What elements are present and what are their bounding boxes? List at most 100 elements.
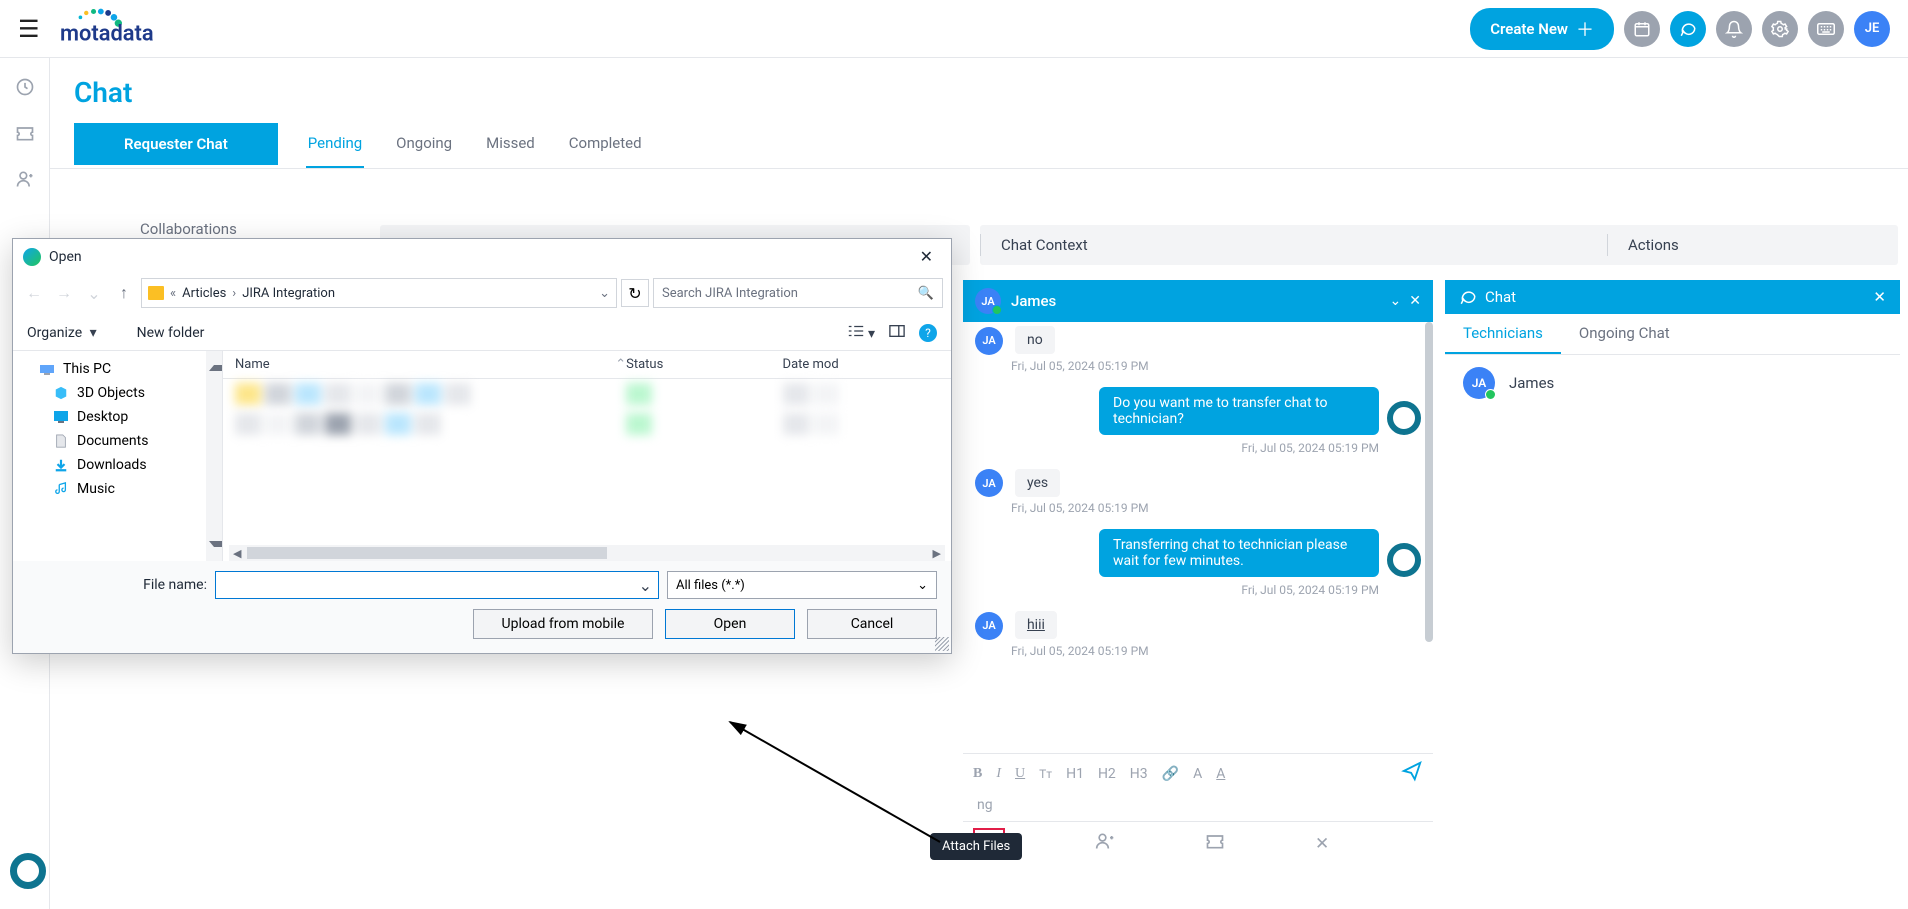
- tab-technicians[interactable]: Technicians: [1445, 314, 1561, 354]
- search-icon: 🔍: [918, 286, 934, 301]
- gear-icon[interactable]: [1762, 11, 1798, 47]
- underline-button[interactable]: U: [1015, 766, 1025, 782]
- bot-avatar-icon: [1387, 543, 1421, 577]
- breadcrumb-chevron-icon[interactable]: ⌄: [599, 286, 610, 301]
- tree-item-music[interactable]: Music: [13, 477, 222, 501]
- file-row[interactable]: [223, 379, 951, 409]
- breadcrumb-item[interactable]: Articles: [182, 286, 226, 301]
- view-mode-icon[interactable]: ▾: [847, 324, 876, 342]
- file-open-dialog: Open ✕ ← → ⌄ ↑ « Articles › JIRA Integra…: [12, 238, 952, 654]
- dialog-close-icon[interactable]: ✕: [912, 245, 941, 268]
- help-icon[interactable]: ?: [919, 324, 937, 342]
- dashboard-icon[interactable]: [14, 76, 36, 98]
- resize-grip[interactable]: [935, 637, 949, 651]
- ticket-icon[interactable]: [14, 122, 36, 144]
- refresh-icon[interactable]: ↻: [621, 279, 649, 307]
- tree-item-thispc[interactable]: This PC: [13, 357, 222, 381]
- message-bot: Transferring chat to technician please w…: [963, 525, 1433, 581]
- actions-tab[interactable]: Actions: [1608, 236, 1898, 254]
- create-new-button[interactable]: Create New ＋: [1470, 8, 1614, 50]
- person-icon[interactable]: [14, 168, 36, 190]
- msg-avatar: JA: [975, 327, 1003, 355]
- chevron-down-icon[interactable]: ⌄: [1390, 293, 1402, 309]
- h3-button[interactable]: H3: [1130, 766, 1148, 782]
- logo[interactable]: motadata: [60, 10, 235, 48]
- col-date[interactable]: Date mod: [783, 357, 939, 372]
- assistant-bubble-icon[interactable]: [10, 853, 46, 889]
- chat-header-avatar: JA: [975, 288, 1001, 314]
- search-placeholder: Search JIRA Integration: [662, 286, 798, 301]
- fontcolor-button[interactable]: A: [1193, 766, 1202, 782]
- technician-item[interactable]: JA James: [1445, 355, 1900, 411]
- chat-context-tab[interactable]: Chat Context: [981, 236, 1108, 254]
- ticket-action-button[interactable]: [1205, 833, 1225, 854]
- filename-input[interactable]: ⌄: [215, 571, 659, 599]
- calendar-icon[interactable]: [1624, 11, 1660, 47]
- message-bot: Do you want me to transfer chat to techn…: [963, 383, 1433, 439]
- message-user: JA yes: [963, 465, 1433, 500]
- organize-menu[interactable]: Organize ▾: [27, 325, 97, 341]
- msg-text: no: [1015, 326, 1055, 354]
- highlight-button[interactable]: A: [1216, 766, 1225, 782]
- side-panel: Chat ✕ Technicians Ongoing Chat JA James: [1445, 280, 1900, 411]
- up-icon[interactable]: ↑: [111, 280, 137, 306]
- forward-icon[interactable]: →: [51, 280, 77, 306]
- back-icon[interactable]: ←: [21, 280, 47, 306]
- hamburger-icon[interactable]: ☰: [18, 15, 40, 43]
- tree-item-downloads[interactable]: Downloads: [13, 453, 222, 477]
- topbar-right: Create New ＋ JE: [1470, 8, 1890, 50]
- preview-pane-icon[interactable]: [889, 324, 905, 342]
- recent-chevron-icon[interactable]: ⌄: [81, 280, 107, 306]
- tab-missed[interactable]: Missed: [484, 120, 537, 168]
- close-chat-icon[interactable]: ✕: [1409, 293, 1421, 309]
- tree-item-desktop[interactable]: Desktop: [13, 405, 222, 429]
- filelist-scrollbar[interactable]: ◀ ▶: [229, 545, 945, 561]
- page-title: Chat: [74, 76, 1884, 109]
- new-folder-button[interactable]: New folder: [137, 325, 205, 341]
- keyboard-icon[interactable]: [1808, 11, 1844, 47]
- filetype-filter[interactable]: All files (*.*)⌄: [667, 571, 937, 599]
- tree-scrollbar[interactable]: [206, 351, 222, 561]
- user-avatar[interactable]: JE: [1854, 11, 1890, 47]
- side-header-title: Chat: [1485, 288, 1516, 306]
- italic-button[interactable]: I: [996, 766, 1001, 782]
- chat-icon[interactable]: [1670, 11, 1706, 47]
- cancel-button[interactable]: Cancel: [807, 609, 937, 639]
- side-tabs: Technicians Ongoing Chat: [1445, 314, 1900, 355]
- h1-button[interactable]: H1: [1066, 766, 1084, 782]
- link-button[interactable]: 🔗: [1162, 766, 1179, 782]
- col-name[interactable]: Name⌃: [235, 357, 626, 372]
- bell-icon[interactable]: [1716, 11, 1752, 47]
- msg-text[interactable]: hiii: [1015, 611, 1057, 639]
- scrollbar[interactable]: [1425, 322, 1433, 642]
- technician-name: James: [1509, 374, 1554, 392]
- file-row[interactable]: [223, 409, 951, 439]
- msg-time: Fri, Jul 05, 2024 05:19 PM: [963, 642, 1433, 668]
- chat-input[interactable]: ng: [963, 793, 1433, 821]
- file-list-header: Name⌃ Status Date mod: [223, 351, 951, 379]
- side-header: Chat ✕: [1445, 280, 1900, 314]
- tree-item-3dobjects[interactable]: 3D Objects: [13, 381, 222, 405]
- breadcrumb-item[interactable]: JIRA Integration: [242, 286, 335, 301]
- open-button[interactable]: Open: [665, 609, 795, 639]
- upload-from-mobile-button[interactable]: Upload from mobile: [473, 609, 653, 639]
- requester-chat-button[interactable]: Requester Chat: [74, 123, 278, 165]
- tree-item-documents[interactable]: Documents: [13, 429, 222, 453]
- close-action-button[interactable]: ✕: [1315, 834, 1329, 854]
- file-list: Name⌃ Status Date mod ◀ ▶: [223, 351, 951, 561]
- dialog-title-text: Open: [49, 249, 82, 265]
- tab-pending[interactable]: Pending: [306, 120, 364, 168]
- tab-ongoing-chat[interactable]: Ongoing Chat: [1561, 314, 1688, 354]
- textsize-button[interactable]: Tт: [1039, 767, 1052, 781]
- close-side-icon[interactable]: ✕: [1873, 288, 1886, 306]
- h2-button[interactable]: H2: [1098, 766, 1116, 782]
- add-user-button[interactable]: [1095, 832, 1115, 855]
- send-icon[interactable]: [1401, 760, 1423, 787]
- breadcrumb[interactable]: « Articles › JIRA Integration ⌄: [141, 278, 617, 308]
- search-input[interactable]: Search JIRA Integration 🔍: [653, 278, 943, 308]
- tab-completed[interactable]: Completed: [567, 120, 644, 168]
- msg-time: Fri, Jul 05, 2024 05:19 PM: [963, 357, 1433, 383]
- col-status[interactable]: Status: [626, 357, 782, 372]
- tab-ongoing[interactable]: Ongoing: [394, 120, 454, 168]
- bold-button[interactable]: B: [973, 766, 982, 782]
